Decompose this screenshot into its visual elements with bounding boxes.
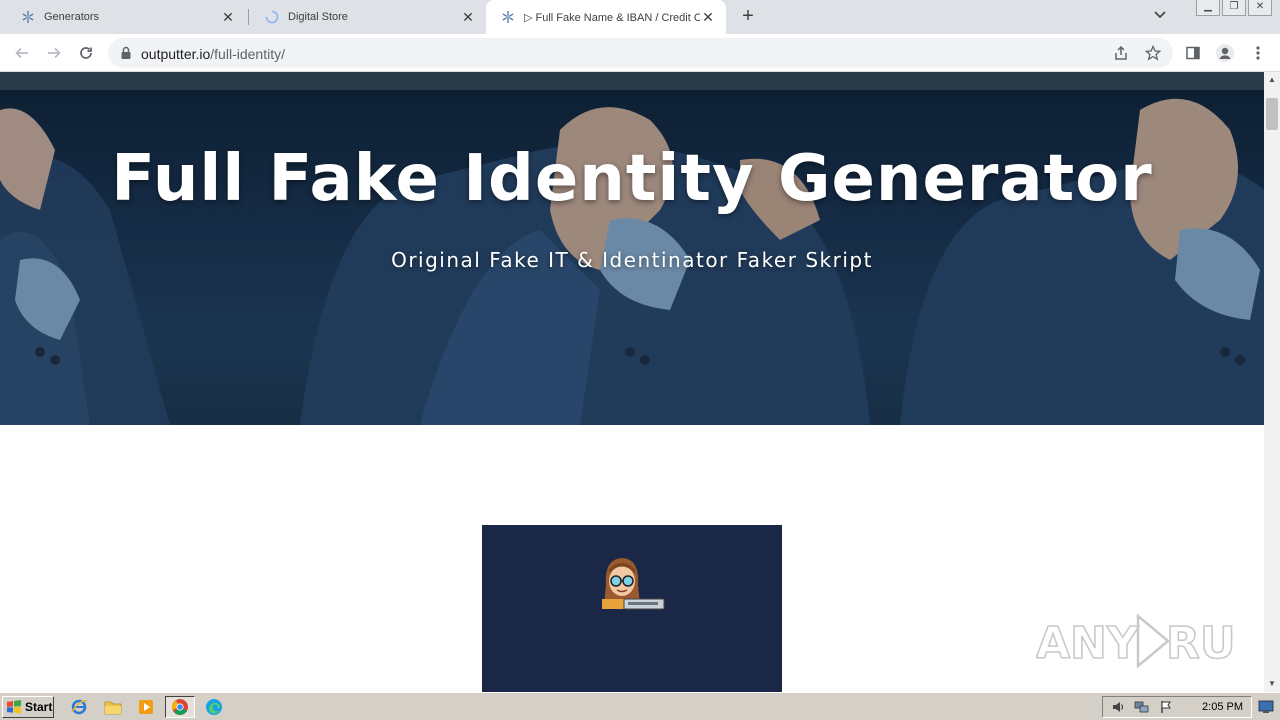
reload-icon[interactable] — [74, 41, 98, 65]
scroll-down-arrow-icon[interactable]: ▼ — [1264, 676, 1280, 692]
hacker-mascot-icon — [602, 558, 665, 610]
chrome-taskbar-icon[interactable] — [165, 696, 195, 718]
kebab-menu-icon[interactable] — [1246, 41, 1270, 65]
minimize-icon[interactable]: ▁ — [1196, 0, 1220, 16]
lock-icon[interactable] — [120, 46, 134, 60]
file-explorer-icon[interactable] — [101, 696, 125, 718]
windows-flag-icon — [7, 700, 21, 714]
action-center-flag-icon[interactable] — [1157, 699, 1175, 715]
promo-banner[interactable] — [482, 525, 782, 692]
bookmark-star-icon[interactable] — [1144, 44, 1162, 62]
volume-icon[interactable] — [1109, 699, 1127, 715]
loading-spinner-icon — [264, 9, 280, 25]
tab-full-fake-name[interactable]: ▷ Full Fake Name & IBAN / Credit Ca ✕ — [486, 0, 726, 34]
edge-browser-icon[interactable] — [202, 696, 226, 718]
restore-icon[interactable]: ❐ — [1222, 0, 1246, 16]
browser-toolbar: outputter.io/full-identity/ — [0, 34, 1280, 72]
tab-separator — [248, 9, 249, 25]
svg-text:ANY: ANY — [1036, 618, 1140, 669]
tab-close-icon[interactable]: ✕ — [220, 9, 236, 25]
tab-close-icon[interactable]: ✕ — [700, 9, 716, 25]
tab-digital-store[interactable]: Digital Store ✕ — [250, 0, 486, 34]
back-arrow-icon[interactable] — [10, 41, 34, 65]
network-icon[interactable] — [1133, 699, 1151, 715]
url-text: outputter.io/full-identity/ — [141, 46, 285, 62]
url-host: outputter.io — [141, 46, 211, 62]
anyrun-watermark-logo: ANY RUN — [1036, 613, 1236, 670]
close-window-icon[interactable]: ✕ — [1248, 0, 1272, 16]
page-viewport: Full Fake Identity Generator Original Fa… — [0, 72, 1264, 692]
tab-title: Generators — [44, 11, 100, 23]
page-title: Full Fake Identity Generator — [111, 142, 1153, 216]
tab-close-icon[interactable]: ✕ — [460, 9, 476, 25]
hero-banner: Full Fake Identity Generator Original Fa… — [0, 90, 1264, 425]
start-button[interactable]: Start — [2, 696, 54, 718]
snowflake-icon — [20, 9, 36, 25]
snowflake-icon — [500, 9, 516, 25]
address-bar[interactable]: outputter.io/full-identity/ — [108, 38, 1173, 68]
new-tab-button[interactable]: + — [736, 6, 760, 28]
tab-title: ▷ Full Fake Name & IBAN / Credit Ca — [524, 11, 700, 24]
tab-generators[interactable]: Generators ✕ — [6, 0, 246, 34]
scrollbar-thumb[interactable] — [1266, 98, 1278, 130]
forward-arrow-icon[interactable] — [42, 41, 66, 65]
url-path: /full-identity/ — [210, 46, 285, 62]
window-controls: ▁ ❐ ✕ — [1194, 0, 1272, 18]
site-header-bar — [0, 72, 1264, 90]
start-label: Start — [25, 700, 53, 714]
show-desktop-icon[interactable] — [1256, 697, 1276, 717]
scroll-up-arrow-icon[interactable]: ▲ — [1264, 72, 1280, 88]
windows-taskbar: Start 2:05 PM — [0, 692, 1280, 720]
media-player-icon[interactable] — [134, 696, 158, 718]
page-scrollbar[interactable]: ▲ ▼ — [1264, 72, 1280, 692]
page-subtitle: Original Fake IT & Identinator Faker Skr… — [391, 248, 873, 272]
system-tray: 2:05 PM — [1102, 696, 1252, 718]
side-panel-icon[interactable] — [1181, 41, 1205, 65]
share-icon[interactable] — [1112, 44, 1130, 62]
internet-explorer-icon[interactable] — [67, 696, 91, 718]
tab-title: Digital Store — [288, 11, 348, 23]
svg-text:RUN: RUN — [1166, 618, 1236, 669]
tab-search-chevron-icon[interactable] — [1150, 8, 1170, 26]
tab-strip: Generators ✕ Digital Store ✕ ▷ Full Fake… — [0, 0, 1280, 34]
taskbar-clock[interactable]: 2:05 PM — [1202, 701, 1243, 713]
profile-avatar-icon[interactable] — [1213, 41, 1237, 65]
